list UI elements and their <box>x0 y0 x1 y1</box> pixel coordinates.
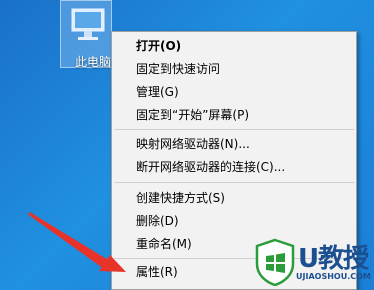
shield-logo-icon <box>255 238 295 286</box>
watermark: U教授 UJIAOSHOU.COM <box>248 236 374 290</box>
watermark-url: UJIAOSHOU.COM <box>296 272 371 281</box>
watermark-brand: U教授 <box>298 244 369 274</box>
